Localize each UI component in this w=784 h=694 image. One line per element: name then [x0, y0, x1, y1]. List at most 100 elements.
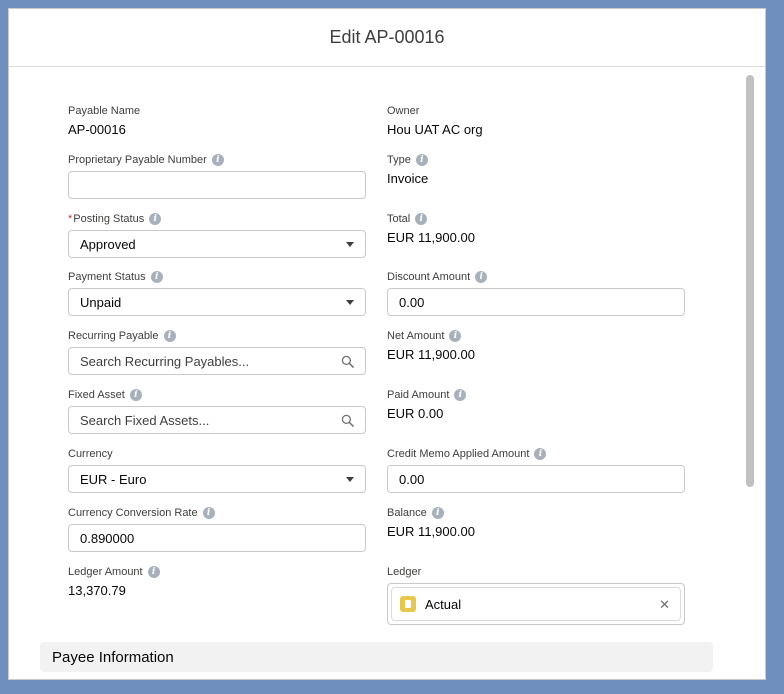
paid-amount-field: Paid Amount i EUR 0.00	[387, 388, 685, 421]
owner-field: Owner Hou UAT AC org	[387, 104, 685, 137]
type-label: Type i	[387, 153, 685, 167]
proprietary-payable-number-label-text: Proprietary Payable Number	[68, 154, 207, 166]
total-label: Total i	[387, 212, 685, 226]
modal-title: Edit AP-00016	[329, 27, 445, 47]
ledger-amount-field: Ledger Amount i 13,370.79	[68, 565, 366, 598]
posting-status-label-text: *Posting Status	[68, 213, 144, 225]
recurring-payable-label-text: Recurring Payable	[68, 330, 159, 342]
info-icon[interactable]: i	[534, 448, 547, 460]
modal-body: Payable Name AP-00016 Proprietary Payabl…	[9, 67, 765, 679]
balance-value: EUR 11,900.00	[387, 524, 475, 539]
total-value: EUR 11,900.00	[387, 230, 475, 245]
posting-status-label: *Posting Status i	[68, 212, 366, 226]
proprietary-payable-number-field: Proprietary Payable Number i	[68, 153, 366, 199]
currency-select[interactable]: EUR - Euro	[68, 465, 366, 493]
currency-conversion-rate-label-text: Currency Conversion Rate	[68, 507, 198, 519]
currency-field: Currency EUR - Euro	[68, 447, 366, 493]
fixed-asset-field: Fixed Asset i Search Fixed Assets...	[68, 388, 366, 434]
payable-name-label: Payable Name	[68, 104, 366, 118]
scrollbar-thumb[interactable]	[746, 75, 754, 487]
modal-header: Edit AP-00016	[9, 9, 765, 67]
payment-status-value: Unpaid	[80, 294, 122, 310]
info-icon[interactable]: i	[150, 271, 163, 283]
paid-amount-label: Paid Amount i	[387, 388, 685, 402]
recurring-payable-field: Recurring Payable i Search Recurring Pay…	[68, 329, 366, 375]
fixed-asset-search-input[interactable]: Search Fixed Assets...	[68, 406, 366, 434]
currency-conversion-rate-value: 0.890000	[80, 530, 135, 546]
credit-memo-applied-amount-label-text: Credit Memo Applied Amount	[387, 448, 530, 460]
currency-value: EUR - Euro	[80, 471, 147, 487]
credit-memo-applied-amount-input[interactable]: 0.00	[387, 465, 685, 493]
info-icon[interactable]: i	[475, 271, 488, 283]
ledger-label: Ledger	[387, 565, 685, 579]
required-mark: *	[68, 213, 73, 225]
chevron-down-icon	[346, 242, 354, 247]
payable-name-label-text: Payable Name	[68, 105, 141, 117]
proprietary-payable-number-input[interactable]	[68, 171, 366, 199]
info-icon[interactable]: i	[211, 154, 224, 166]
info-icon[interactable]: i	[149, 213, 162, 225]
posting-status-select[interactable]: Approved	[68, 230, 366, 258]
posting-status-field: *Posting Status i Approved	[68, 212, 366, 258]
currency-conversion-rate-label: Currency Conversion Rate i	[68, 506, 366, 520]
owner-label: Owner	[387, 104, 685, 118]
discount-amount-value: 0.00	[399, 294, 425, 310]
paid-amount-value: EUR 0.00	[387, 406, 444, 421]
ledger-value: Actual	[425, 596, 462, 612]
fixed-asset-label: Fixed Asset i	[68, 388, 366, 402]
chevron-down-icon	[346, 300, 354, 305]
info-icon[interactable]: i	[163, 330, 176, 342]
payee-information-title: Payee Information	[52, 648, 174, 666]
ledger-field: Ledger Actual ✕	[387, 565, 685, 625]
fixed-asset-label-text: Fixed Asset	[68, 389, 125, 401]
payment-status-label-text: Payment Status	[68, 271, 146, 283]
recurring-payable-search-input[interactable]: Search Recurring Payables...	[68, 347, 366, 375]
posting-status-label-words: Posting Status	[73, 213, 145, 225]
payee-information-section-header[interactable]: Payee Information	[40, 642, 713, 672]
info-icon[interactable]: i	[431, 507, 444, 519]
payment-status-label: Payment Status i	[68, 270, 366, 284]
info-icon[interactable]: i	[202, 507, 215, 519]
paid-amount-label-text: Paid Amount	[387, 389, 450, 401]
discount-amount-label-text: Discount Amount	[387, 271, 471, 283]
total-label-text: Total	[387, 213, 411, 225]
info-icon[interactable]: i	[454, 389, 467, 401]
scrollbar[interactable]	[745, 71, 755, 679]
payable-name-field: Payable Name AP-00016	[68, 104, 366, 137]
ledger-label-text: Ledger	[387, 566, 422, 578]
chevron-down-icon	[346, 477, 354, 482]
ledger-pill[interactable]: Actual ✕	[391, 587, 681, 621]
info-icon[interactable]: i	[129, 389, 142, 401]
owner-label-text: Owner	[387, 105, 420, 117]
credit-memo-applied-amount-field: Credit Memo Applied Amount i 0.00	[387, 447, 685, 493]
info-icon[interactable]: i	[415, 213, 428, 225]
search-icon	[341, 414, 354, 427]
currency-conversion-rate-input[interactable]: 0.890000	[68, 524, 366, 552]
ledger-amount-value: 13,370.79	[68, 583, 126, 598]
proprietary-payable-number-label: Proprietary Payable Number i	[68, 153, 366, 167]
ledger-icon	[400, 596, 416, 612]
info-icon[interactable]: i	[415, 154, 428, 166]
currency-conversion-rate-field: Currency Conversion Rate i 0.890000	[68, 506, 366, 552]
edit-payable-modal: Edit AP-00016 Payable Name AP-00016 Prop…	[8, 8, 766, 680]
discount-amount-field: Discount Amount i 0.00	[387, 270, 685, 316]
payment-status-select[interactable]: Unpaid	[68, 288, 366, 316]
info-icon[interactable]: i	[147, 566, 160, 578]
payment-status-field: Payment Status i Unpaid	[68, 270, 366, 316]
net-amount-label-text: Net Amount	[387, 330, 445, 342]
owner-value: Hou UAT AC org	[387, 122, 483, 137]
credit-memo-applied-amount-value: 0.00	[399, 471, 425, 487]
balance-label-text: Balance	[387, 507, 427, 519]
ledger-amount-label: Ledger Amount i	[68, 565, 366, 579]
close-icon[interactable]: ✕	[659, 597, 670, 613]
type-value: Invoice	[387, 171, 429, 186]
currency-label-text: Currency	[68, 448, 113, 460]
ledger-lookup[interactable]: Actual ✕	[387, 583, 685, 625]
info-icon[interactable]: i	[449, 330, 462, 342]
credit-memo-applied-amount-label: Credit Memo Applied Amount i	[387, 447, 685, 461]
fixed-asset-placeholder: Search Fixed Assets...	[80, 412, 210, 428]
balance-field: Balance i EUR 11,900.00	[387, 506, 685, 539]
discount-amount-input[interactable]: 0.00	[387, 288, 685, 316]
net-amount-field: Net Amount i EUR 11,900.00	[387, 329, 685, 362]
search-icon	[341, 355, 354, 368]
